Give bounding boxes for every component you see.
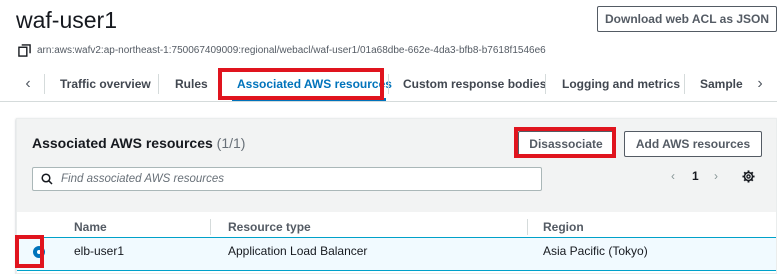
highlight-box-radio xyxy=(15,235,44,268)
search-icon xyxy=(41,173,53,185)
tab-separator xyxy=(684,74,685,94)
resource-count: (1/1) xyxy=(216,135,246,151)
search-input[interactable]: Find associated AWS resources xyxy=(32,167,542,191)
highlight-box-tab xyxy=(218,68,384,100)
cell-region: Asia Pacific (Tokyo) xyxy=(543,244,648,258)
associated-resources-panel: Associated AWS resources (1/1) Disassoci… xyxy=(16,118,777,274)
tab-custom-response-bodies[interactable]: Custom response bodies xyxy=(403,66,546,101)
settings-icon[interactable] xyxy=(742,170,755,183)
table-row[interactable] xyxy=(17,237,776,271)
chevron-right-icon[interactable]: › xyxy=(743,66,777,101)
chevron-left-icon[interactable]: ‹ xyxy=(8,66,48,101)
column-separator xyxy=(210,219,211,235)
tab-rules[interactable]: Rules xyxy=(175,66,208,101)
tab-traffic-overview[interactable]: Traffic overview xyxy=(60,66,151,101)
chevron-left-icon[interactable]: ‹ xyxy=(671,169,675,183)
add-aws-resources-button[interactable]: Add AWS resources xyxy=(624,131,762,157)
panel-title: Associated AWS resources (1/1) xyxy=(32,135,245,151)
page-title: waf-user1 xyxy=(16,7,117,33)
copy-icon[interactable] xyxy=(18,44,31,57)
highlight-box-disassociate xyxy=(514,127,616,158)
tab-logging-and-metrics[interactable]: Logging and metrics xyxy=(562,66,680,101)
chevron-right-icon[interactable]: › xyxy=(714,169,718,183)
tab-separator xyxy=(158,74,159,94)
tab-separator xyxy=(545,74,546,94)
column-separator xyxy=(527,219,528,235)
page-number[interactable]: 1 xyxy=(692,169,699,183)
arn-row: arn:aws:wafv2:ap-northeast-1:75006740900… xyxy=(18,44,546,57)
tab-bar: ‹ Traffic overview Rules Associated AWS … xyxy=(0,66,777,102)
download-json-button[interactable]: Download web ACL as JSON xyxy=(597,6,777,32)
cell-name: elb-user1 xyxy=(74,244,125,258)
search-placeholder: Find associated AWS resources xyxy=(61,173,224,185)
tab-separator xyxy=(44,74,45,94)
arn-text: arn:aws:wafv2:ap-northeast-1:75006740900… xyxy=(37,45,546,56)
panel-title-text: Associated AWS resources xyxy=(32,135,213,151)
cell-resource-type: Application Load Balancer xyxy=(228,244,368,258)
tab-separator xyxy=(388,74,389,94)
